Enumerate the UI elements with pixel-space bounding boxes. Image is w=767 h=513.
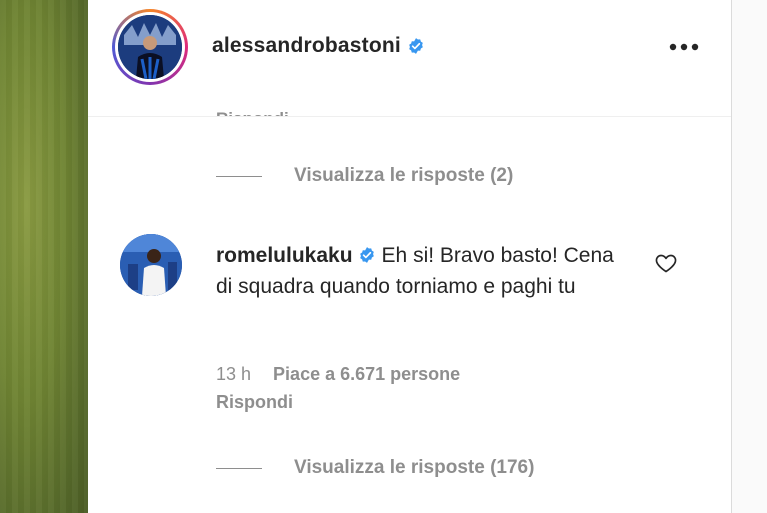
author-avatar-story-ring[interactable] bbox=[112, 9, 188, 85]
background-photo bbox=[0, 0, 88, 513]
reply-button[interactable]: Rispondi bbox=[216, 392, 293, 413]
replies-divider-line bbox=[216, 467, 262, 469]
right-gutter bbox=[731, 0, 767, 513]
view-replies-label: Visualizza le risposte (176) bbox=[294, 457, 535, 478]
more-options-button[interactable] bbox=[666, 32, 702, 62]
author-username[interactable]: alessandrobastoni bbox=[212, 34, 401, 57]
like-comment-button[interactable] bbox=[654, 251, 678, 275]
more-horizontal-icon bbox=[669, 43, 699, 51]
heart-outline-icon bbox=[655, 254, 677, 273]
view-replies-label: Visualizza le risposte (2) bbox=[294, 165, 514, 186]
post-panel: alessandrobastoni Rispondi Visualizza le… bbox=[88, 0, 731, 513]
comment-likes[interactable]: Piace a 6.671 persone bbox=[273, 364, 460, 385]
replies-divider-line bbox=[216, 175, 262, 177]
comment-meta: 13 h Piace a 6.671 persone bbox=[216, 364, 460, 385]
author-username-row: alessandrobastoni bbox=[212, 34, 425, 58]
commenter-avatar[interactable] bbox=[120, 234, 182, 296]
view-replies-button-1[interactable]: Visualizza le risposte (2) bbox=[216, 164, 513, 188]
view-replies-button-2[interactable]: Visualizza le risposte (176) bbox=[216, 456, 534, 480]
post-header: alessandrobastoni Rispondi bbox=[88, 0, 731, 117]
commenter-verified-badge-icon bbox=[359, 247, 374, 263]
previous-reply-link-cutoff[interactable]: Rispondi bbox=[216, 102, 289, 116]
comment-text-block: romelulukaku Eh si! Bravo basto! Cena di… bbox=[216, 240, 636, 302]
commenter-username[interactable]: romelulukaku bbox=[216, 244, 353, 267]
verified-badge-icon bbox=[409, 38, 423, 55]
author-avatar[interactable] bbox=[118, 15, 182, 79]
comment-time[interactable]: 13 h bbox=[216, 364, 251, 385]
